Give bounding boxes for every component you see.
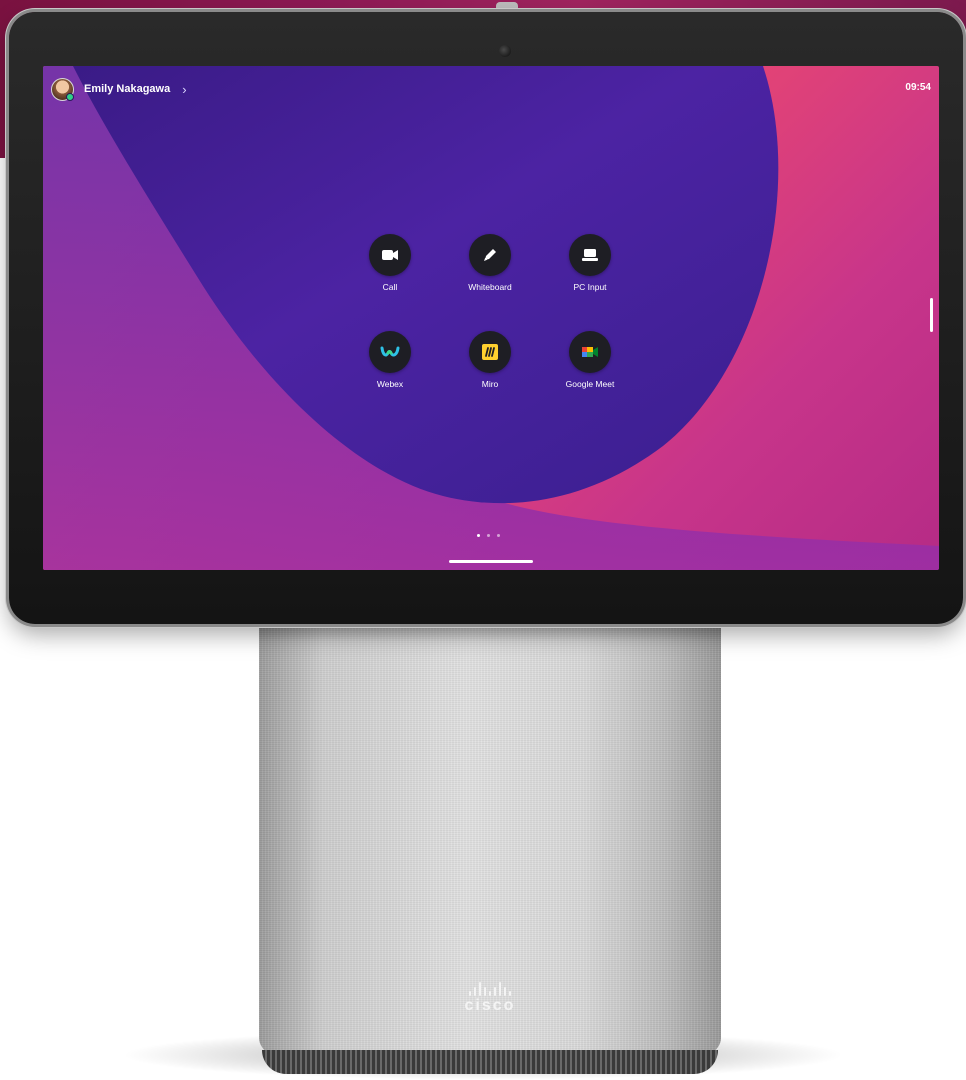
app-label: Google Meet — [565, 379, 615, 389]
app-google-meet[interactable]: Google Meet — [540, 331, 640, 389]
app-whiteboard-button[interactable] — [469, 234, 511, 276]
user-menu[interactable]: Emily Nakagawa › — [51, 77, 187, 101]
app-call-button[interactable] — [369, 234, 411, 276]
app-pc-input[interactable]: PC Input — [540, 234, 640, 292]
app-google-meet-button[interactable] — [569, 331, 611, 373]
user-name[interactable]: Emily Nakagawa — [84, 83, 170, 95]
app-label: Webex — [376, 379, 404, 389]
page-dot[interactable] — [477, 534, 480, 537]
app-label: Miro — [481, 379, 499, 389]
app-label: Whiteboard — [468, 282, 512, 292]
page-dot[interactable] — [497, 534, 500, 537]
app-label: PC Input — [573, 282, 607, 292]
laptop-icon — [582, 249, 598, 261]
pencil-icon — [484, 249, 496, 261]
app-webex-button[interactable] — [369, 331, 411, 373]
clock: 09:54 — [905, 82, 931, 93]
miro-logo-icon — [482, 344, 498, 360]
cisco-wordmark: cisco — [464, 997, 516, 1014]
app-miro[interactable]: Miro — [440, 331, 540, 389]
cisco-logo: cisco — [440, 980, 540, 1015]
google-meet-logo-icon — [582, 347, 598, 357]
home-indicator-bar[interactable] — [449, 560, 533, 563]
presence-dot-icon — [66, 92, 74, 101]
home-screen: Emily Nakagawa › 09:54 Call Whiteboard P… — [43, 66, 939, 570]
cisco-bars-icon — [440, 980, 540, 996]
page-dot[interactable] — [487, 534, 490, 537]
app-call[interactable]: Call — [340, 234, 440, 292]
app-miro-button[interactable] — [469, 331, 511, 373]
page-indicator[interactable] — [477, 534, 500, 537]
app-label: Call — [382, 282, 398, 292]
chevron-right-icon[interactable]: › — [182, 82, 186, 97]
webex-logo-icon — [380, 346, 400, 357]
app-whiteboard[interactable]: Whiteboard — [440, 234, 540, 292]
side-panel-handle[interactable] — [930, 298, 933, 332]
wallpaper-shape — [43, 66, 939, 570]
app-webex[interactable]: Webex — [340, 331, 440, 389]
app-pc-input-button[interactable] — [569, 234, 611, 276]
avatar[interactable] — [51, 77, 74, 101]
camera-lens-icon — [499, 45, 511, 57]
camera-bump — [496, 2, 518, 12]
video-camera-icon — [382, 250, 398, 260]
stand-base — [262, 1050, 718, 1074]
